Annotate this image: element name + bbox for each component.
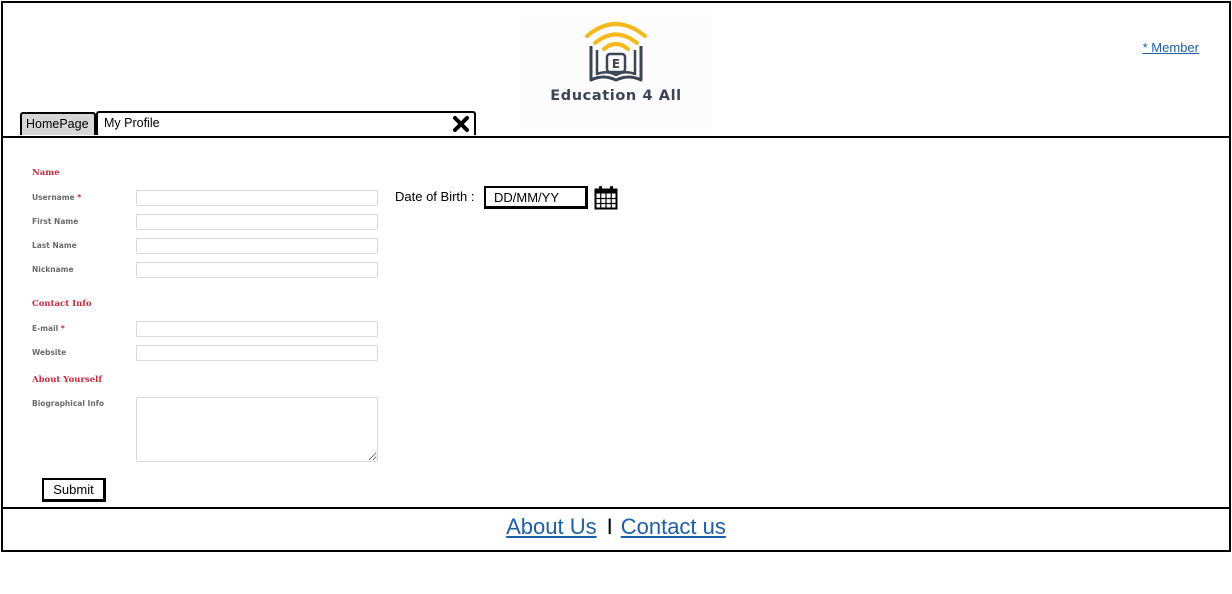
username-label: Username *	[32, 193, 81, 202]
username-input[interactable]	[136, 190, 378, 206]
logo-letter: E	[612, 57, 620, 71]
last-name-label: Last Name	[32, 241, 77, 250]
calendar-icon[interactable]	[594, 185, 618, 210]
nickname-input[interactable]	[136, 262, 378, 278]
required-mark: *	[77, 193, 82, 202]
last-name-input[interactable]	[136, 238, 378, 254]
footer-separator: I	[606, 514, 613, 539]
nickname-label: Nickname	[32, 265, 74, 274]
username-label-text: Username	[32, 193, 75, 202]
dob-input[interactable]	[484, 186, 588, 209]
footer: About Us I Contact us	[0, 514, 1232, 540]
footer-divider	[3, 507, 1229, 509]
first-name-label: First Name	[32, 217, 79, 226]
required-mark: *	[60, 324, 65, 333]
about-us-link[interactable]: About Us	[506, 514, 597, 539]
close-x-icon[interactable]	[452, 115, 470, 133]
member-link[interactable]: * Member	[1143, 40, 1199, 55]
section-title-contact: Contact Info	[32, 299, 92, 309]
tab-my-profile-label: My Profile	[104, 116, 160, 130]
bio-label: Biographical Info	[32, 399, 105, 408]
bio-textarea[interactable]	[136, 397, 378, 462]
logo-text: Education 4 All	[550, 88, 682, 104]
tab-homepage[interactable]: HomePage	[20, 112, 96, 135]
submit-button[interactable]: Submit	[42, 478, 106, 502]
book-wifi-logo-icon: E	[585, 22, 647, 82]
website-label: Website	[32, 348, 67, 357]
first-name-input[interactable]	[136, 214, 378, 230]
email-label-text: E-mail	[32, 324, 59, 333]
tab-homepage-label: HomePage	[26, 117, 89, 131]
section-title-about: About Yourself	[32, 375, 103, 385]
website-input[interactable]	[136, 345, 378, 361]
tab-my-profile[interactable]: My Profile	[96, 111, 476, 135]
email-input[interactable]	[136, 321, 378, 337]
email-label: E-mail *	[32, 324, 65, 333]
site-logo: E Education 4 All	[520, 14, 712, 130]
contact-us-link[interactable]: Contact us	[621, 514, 726, 539]
header-divider	[3, 136, 1229, 138]
dob-label: Date of Birth :	[395, 189, 475, 204]
section-title-name: Name	[32, 168, 60, 178]
